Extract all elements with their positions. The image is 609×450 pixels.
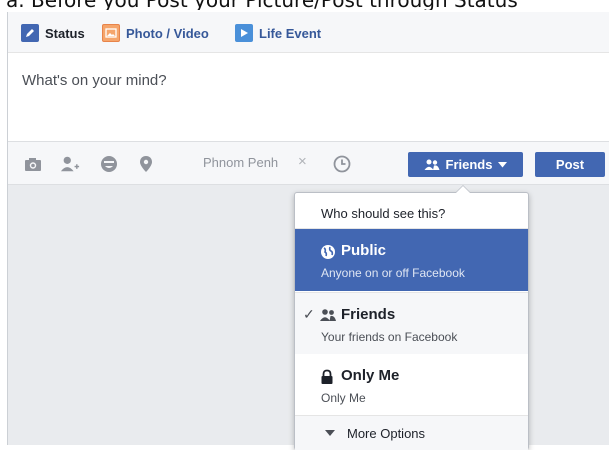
menu-caret (455, 185, 471, 193)
flag-icon (235, 24, 253, 42)
globe-icon (320, 244, 336, 260)
audience-menu-title: Who should see this? (321, 206, 446, 221)
more-options-label: More Options (347, 426, 426, 441)
audience-option-friends-subtitle: Your friends on Facebook (321, 330, 458, 344)
audience-option-only-me-title: Only Me (341, 367, 400, 384)
tab-status-label: Status (45, 25, 85, 41)
checkmark-icon: ✓ (303, 306, 315, 322)
audience-option-public-subtitle: Anyone on or off Facebook (321, 266, 465, 280)
audience-option-friends-title: Friends (341, 306, 396, 323)
tab-photo-video[interactable]: Photo / Video (102, 22, 209, 44)
schedule-clock-icon[interactable] (332, 154, 352, 174)
audience-option-only-me[interactable]: Only Me Only Me (295, 354, 528, 416)
status-composer: Status Photo / Video Life Event What's o… (7, 12, 609, 450)
tab-photo-video-label: Photo / Video (126, 25, 209, 41)
audience-selector-button[interactable]: Friends (408, 152, 523, 177)
chevron-down-icon (498, 161, 508, 168)
lock-icon (320, 369, 336, 385)
audience-menu-header: Who should see this? (295, 193, 528, 229)
instruction-text: a. Before you Post your Picture/Post thr… (0, 0, 609, 10)
tag-friends-icon[interactable] (60, 154, 80, 174)
friends-icon (424, 159, 440, 171)
audience-option-friends[interactable]: ✓ Friends Your friends on Facebook (295, 292, 528, 356)
audience-option-public[interactable]: Public Anyone on or off Facebook (295, 229, 528, 291)
tab-life-event[interactable]: Life Event (235, 22, 321, 44)
post-button[interactable]: Post (535, 152, 605, 177)
friends-icon (320, 308, 336, 324)
status-textarea[interactable]: What's on your mind? (8, 53, 609, 142)
tab-status[interactable]: Status (21, 22, 85, 44)
tab-life-event-label: Life Event (259, 25, 322, 41)
composer-tabs: Status Photo / Video Life Event (8, 12, 609, 53)
triangle-down-icon (325, 430, 335, 436)
audience-option-public-title: Public (341, 242, 387, 259)
camera-icon[interactable] (23, 154, 43, 174)
location-text: Phnom Penh (203, 155, 279, 170)
composer-toolbar: Phnom Penh × Friends Post (8, 142, 609, 185)
feeling-icon[interactable] (99, 154, 119, 174)
audience-selector-label: Friends (445, 157, 493, 172)
location-pin-icon[interactable] (136, 154, 156, 174)
audience-menu: Who should see this? Public Anyone on or… (294, 185, 529, 450)
pencil-icon (21, 24, 39, 42)
audience-option-only-me-subtitle: Only Me (321, 391, 366, 405)
remove-location-button[interactable]: × (298, 153, 307, 170)
photo-icon (102, 24, 120, 42)
status-placeholder: What's on your mind? (22, 72, 167, 89)
